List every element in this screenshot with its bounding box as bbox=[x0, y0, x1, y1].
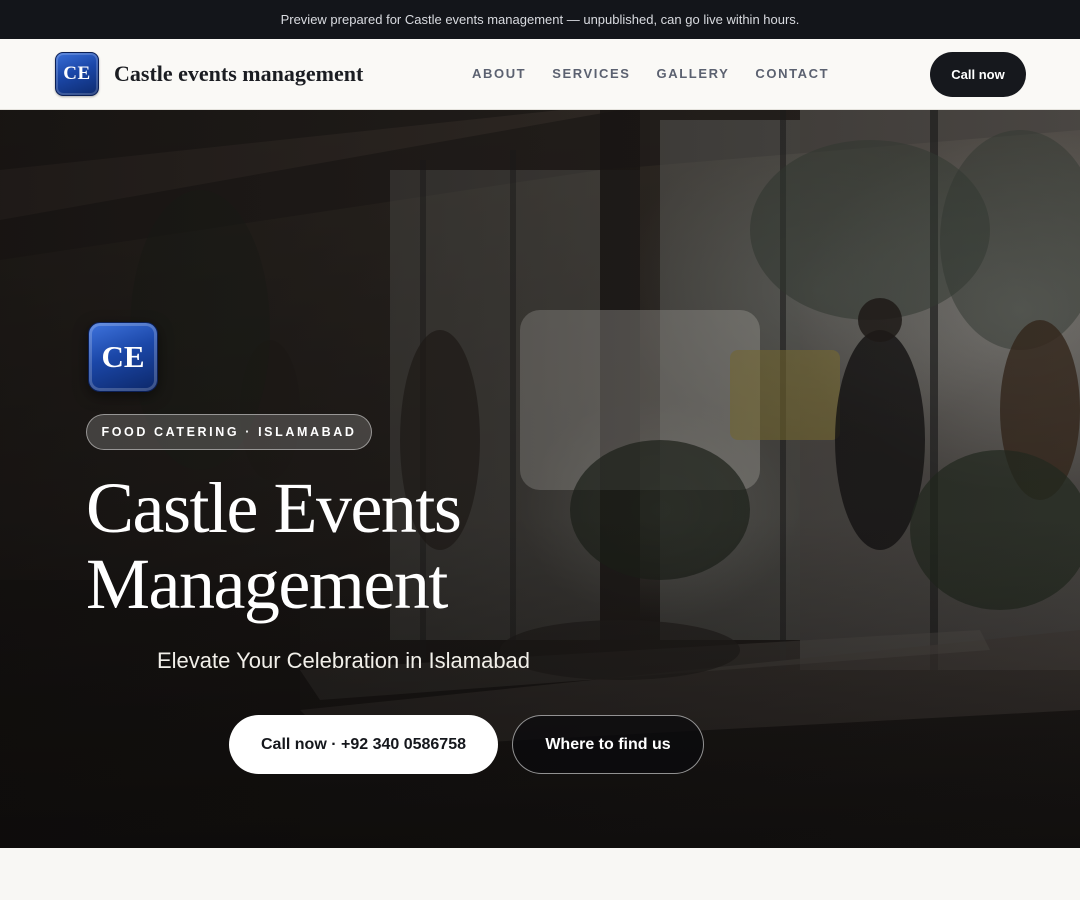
nav-link-about[interactable]: ABOUT bbox=[472, 66, 526, 81]
brand-name[interactable]: Castle events management bbox=[114, 61, 363, 87]
category-badge: FOOD CATERING · ISLAMABAD bbox=[86, 414, 372, 450]
nav-link-gallery[interactable]: GALLERY bbox=[657, 66, 730, 81]
call-phone-button[interactable]: Call now · +92 340 0586758 bbox=[229, 715, 498, 774]
hero-subtitle: Elevate Your Celebration in Islamabad bbox=[157, 648, 531, 673]
preview-notice-bar: Preview prepared for Castle events manag… bbox=[0, 0, 1080, 39]
nav-link-contact[interactable]: CONTACT bbox=[755, 66, 829, 81]
site-header: CE Castle events management ABOUT SERVIC… bbox=[0, 39, 1080, 110]
main-nav: ABOUT SERVICES GALLERY CONTACT bbox=[472, 66, 829, 81]
hero-title: Castle Events Management bbox=[86, 470, 646, 622]
hero-logo: CE bbox=[88, 322, 158, 392]
hero-title-line1: Castle Events bbox=[86, 468, 462, 548]
preview-notice-text: Preview prepared for Castle events manag… bbox=[280, 12, 800, 27]
call-now-button[interactable]: Call now bbox=[930, 52, 1026, 97]
hero-section: CE FOOD CATERING · ISLAMABAD Castle Even… bbox=[0, 110, 1080, 848]
brand-logo[interactable]: CE bbox=[55, 52, 99, 96]
nav-link-services[interactable]: SERVICES bbox=[552, 66, 630, 81]
hero-title-line2: Management bbox=[86, 544, 448, 624]
next-section-start bbox=[0, 848, 1080, 900]
where-to-find-us-button[interactable]: Where to find us bbox=[512, 715, 704, 774]
